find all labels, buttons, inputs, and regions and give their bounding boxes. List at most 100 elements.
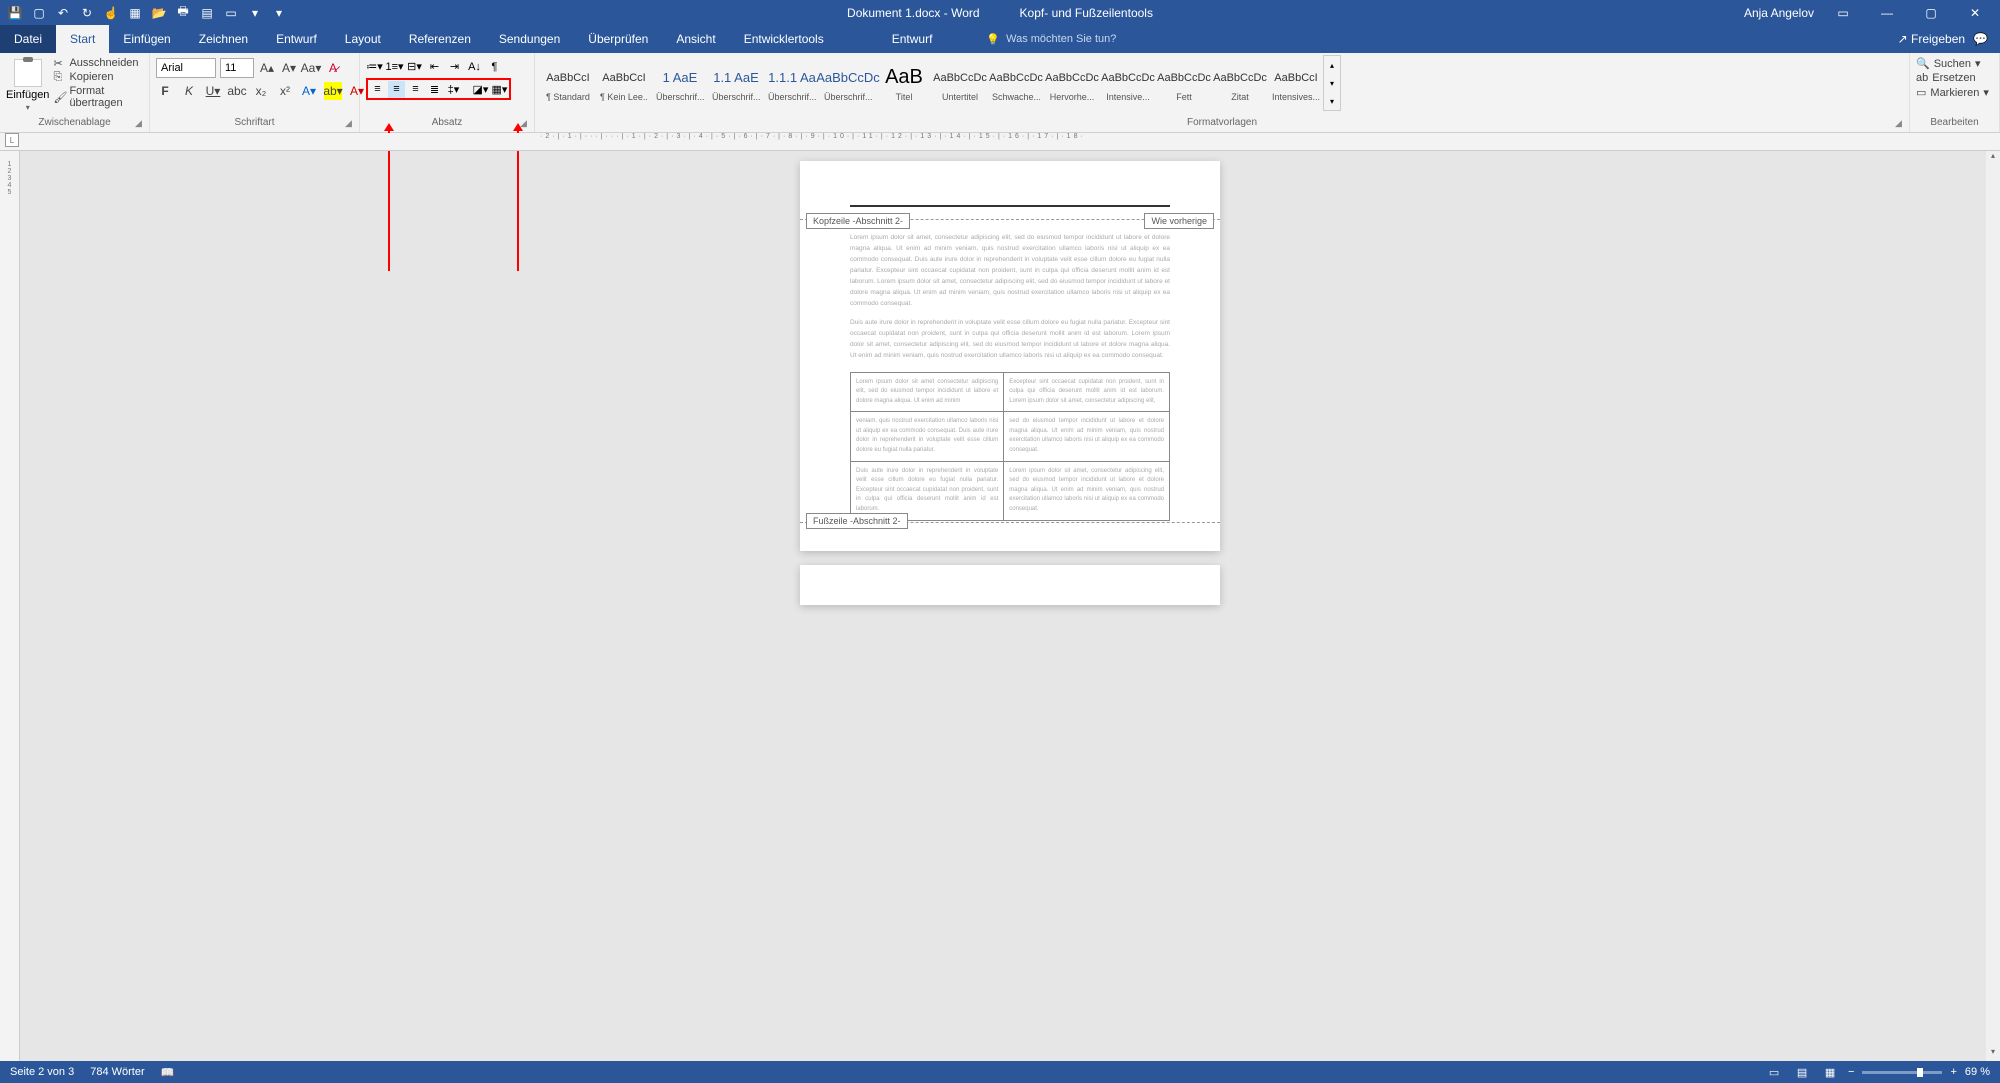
- tab-layout[interactable]: Layout: [331, 25, 395, 53]
- multilevel-icon[interactable]: ⊟▾: [406, 58, 423, 75]
- close-icon[interactable]: ✕: [1960, 0, 1990, 25]
- style-item[interactable]: 1 AaEÜberschrif...: [653, 55, 707, 110]
- tab-view[interactable]: Ansicht: [662, 25, 729, 53]
- font-size-input[interactable]: [220, 58, 254, 78]
- scroll-down-icon[interactable]: ▾: [1991, 1047, 1995, 1061]
- share-button[interactable]: ↗ Freigeben: [1898, 32, 1965, 46]
- horizontal-ruler[interactable]: L ·2·|·1·|···|···|·1·|·2·|·3·|·4·|·5·|·6…: [0, 133, 2000, 151]
- zoom-slider[interactable]: [1862, 1071, 1942, 1074]
- borders-icon[interactable]: ▦▾: [491, 81, 508, 98]
- scroll-up-icon[interactable]: ▴: [1991, 151, 1995, 165]
- text-effects-icon[interactable]: A▾: [300, 82, 318, 100]
- dialog-launcher-icon[interactable]: ◢: [345, 118, 357, 130]
- align-right-icon[interactable]: ≡: [407, 81, 424, 98]
- shading-icon[interactable]: ◪▾: [472, 81, 489, 98]
- vertical-scrollbar[interactable]: ▴ ▾: [1986, 151, 2000, 1061]
- indent-icon[interactable]: ⇥: [446, 58, 463, 75]
- tab-design[interactable]: Entwurf: [262, 25, 331, 53]
- show-marks-icon[interactable]: ¶: [486, 58, 503, 75]
- tab-insert[interactable]: Einfügen: [109, 25, 184, 53]
- table-cell[interactable]: Lorem ipsum dolor sit amet consectetur a…: [851, 372, 1004, 412]
- ruler-corner[interactable]: L: [5, 133, 19, 147]
- line-spacing-icon[interactable]: ‡▾: [445, 81, 462, 98]
- align-center-icon[interactable]: ≡: [388, 81, 405, 98]
- style-item[interactable]: AaBbCcI¶ Standard: [541, 55, 595, 110]
- tab-header-design[interactable]: Entwurf: [878, 25, 947, 53]
- page-indicator[interactable]: Seite 2 von 3: [10, 1066, 74, 1079]
- table-cell[interactable]: sed do eiusmod tempor incididunt ut labo…: [1004, 412, 1170, 461]
- page[interactable]: [800, 565, 1220, 605]
- zoom-level[interactable]: 69 %: [1965, 1066, 1990, 1078]
- style-item[interactable]: AaBbCcDcSchwache...: [989, 55, 1043, 110]
- justify-icon[interactable]: ≣: [426, 81, 443, 98]
- chevron-down-icon[interactable]: ▾: [248, 6, 262, 20]
- body-table[interactable]: Lorem ipsum dolor sit amet consectetur a…: [850, 372, 1170, 521]
- underline-button[interactable]: U▾: [204, 82, 222, 100]
- styles-scroll[interactable]: ▴ ▾ ▾: [1323, 55, 1341, 111]
- tab-mailings[interactable]: Sendungen: [485, 25, 574, 53]
- print-icon[interactable]: 🖶: [176, 6, 190, 20]
- styles-gallery[interactable]: AaBbCcI¶ StandardAaBbCcI¶ Kein Lee...1 A…: [541, 55, 1323, 110]
- style-item[interactable]: AaBbCcDcUntertitel: [933, 55, 987, 110]
- body-paragraph[interactable]: Lorem ipsum dolor sit amet, consectetur …: [850, 232, 1170, 309]
- comments-icon[interactable]: 💬: [1973, 32, 1988, 46]
- save-icon[interactable]: 💾: [8, 6, 22, 20]
- print-layout-icon[interactable]: ▤: [1792, 1064, 1812, 1080]
- outdent-icon[interactable]: ⇤: [426, 58, 443, 75]
- style-item[interactable]: 1.1.1 AaÜberschrif...: [765, 55, 819, 110]
- print-preview-icon[interactable]: ▦: [128, 6, 142, 20]
- zoom-in-icon[interactable]: +: [1950, 1066, 1956, 1078]
- replace-button[interactable]: abErsetzen: [1916, 72, 1976, 84]
- page[interactable]: Kopfzeile -Abschnitt 2- Wie vorherige hr…: [800, 161, 1220, 551]
- style-item[interactable]: AaBTitel: [877, 55, 931, 110]
- chevron-down-icon[interactable]: ▾: [272, 6, 286, 20]
- spellcheck-icon[interactable]: 📖: [161, 1066, 175, 1079]
- chevron-down-icon[interactable]: ▾: [26, 103, 30, 112]
- read-mode-icon[interactable]: ▭: [1764, 1064, 1784, 1080]
- tab-file[interactable]: Datei: [0, 25, 56, 53]
- tab-review[interactable]: Überprüfen: [574, 25, 662, 53]
- table-cell[interactable]: Duis aute irure dolor in reprehenderit i…: [851, 461, 1004, 520]
- word-count[interactable]: 784 Wörter: [90, 1066, 144, 1079]
- minimize-icon[interactable]: —: [1872, 0, 1902, 25]
- document-canvas[interactable]: Kopfzeile -Abschnitt 2- Wie vorherige hr…: [20, 151, 2000, 1061]
- cut-button[interactable]: ✂Ausschneiden: [53, 57, 143, 69]
- highlight-icon[interactable]: ab▾: [324, 82, 342, 100]
- tab-developer[interactable]: Entwicklertools: [730, 25, 838, 53]
- bullets-icon[interactable]: ≔▾: [366, 58, 383, 75]
- dialog-launcher-icon[interactable]: ◢: [1895, 118, 1907, 130]
- font-name-input[interactable]: [156, 58, 216, 78]
- header-badge[interactable]: Kopfzeile -Abschnitt 2-: [806, 213, 910, 229]
- change-case-icon[interactable]: Aa▾: [302, 59, 320, 77]
- style-item[interactable]: AaBbCcIIntensives...: [1269, 55, 1323, 110]
- style-item[interactable]: AaBbCcDcZitat: [1213, 55, 1267, 110]
- header-prev-badge[interactable]: Wie vorherige: [1144, 213, 1214, 229]
- body-paragraph[interactable]: Duis aute irure dolor in reprehenderit i…: [850, 317, 1170, 361]
- section-icon[interactable]: ▭: [224, 6, 238, 20]
- table-cell[interactable]: veniam, quis nostrud exercitation ullamc…: [851, 412, 1004, 461]
- select-button[interactable]: ▭Markieren ▾: [1916, 86, 1989, 99]
- subscript-button[interactable]: x₂: [252, 82, 270, 100]
- bold-button[interactable]: F: [156, 82, 174, 100]
- strike-button[interactable]: abc: [228, 82, 246, 100]
- grow-font-icon[interactable]: A▴: [258, 59, 276, 77]
- copy-button[interactable]: ⎘Kopieren: [53, 71, 143, 83]
- align-left-icon[interactable]: ≡: [369, 81, 386, 98]
- scroll-down-icon[interactable]: ▾: [1324, 74, 1340, 92]
- touch-icon[interactable]: ☝: [104, 6, 118, 20]
- table-icon[interactable]: ▤: [200, 6, 214, 20]
- maximize-icon[interactable]: ▢: [1916, 0, 1946, 25]
- find-button[interactable]: 🔍Suchen ▾: [1916, 57, 1981, 70]
- format-painter-button[interactable]: 🖌Format übertragen: [53, 85, 143, 109]
- table-cell[interactable]: Lorem ipsum dolor sit amet, consectetur …: [1004, 461, 1170, 520]
- sort-icon[interactable]: A↓: [466, 58, 483, 75]
- style-item[interactable]: AaBbCcDcIntensive...: [1101, 55, 1155, 110]
- style-item[interactable]: AaBbCcI¶ Kein Lee...: [597, 55, 651, 110]
- dialog-launcher-icon[interactable]: ◢: [135, 118, 147, 130]
- redo-icon[interactable]: ↻: [80, 6, 94, 20]
- tab-home[interactable]: Start: [56, 25, 109, 53]
- ribbon-options-icon[interactable]: ▭: [1828, 0, 1858, 25]
- style-item[interactable]: AaBbCcDcÜberschrif...: [821, 55, 875, 110]
- style-item[interactable]: AaBbCcDcFett: [1157, 55, 1211, 110]
- open-icon[interactable]: 📂: [152, 6, 166, 20]
